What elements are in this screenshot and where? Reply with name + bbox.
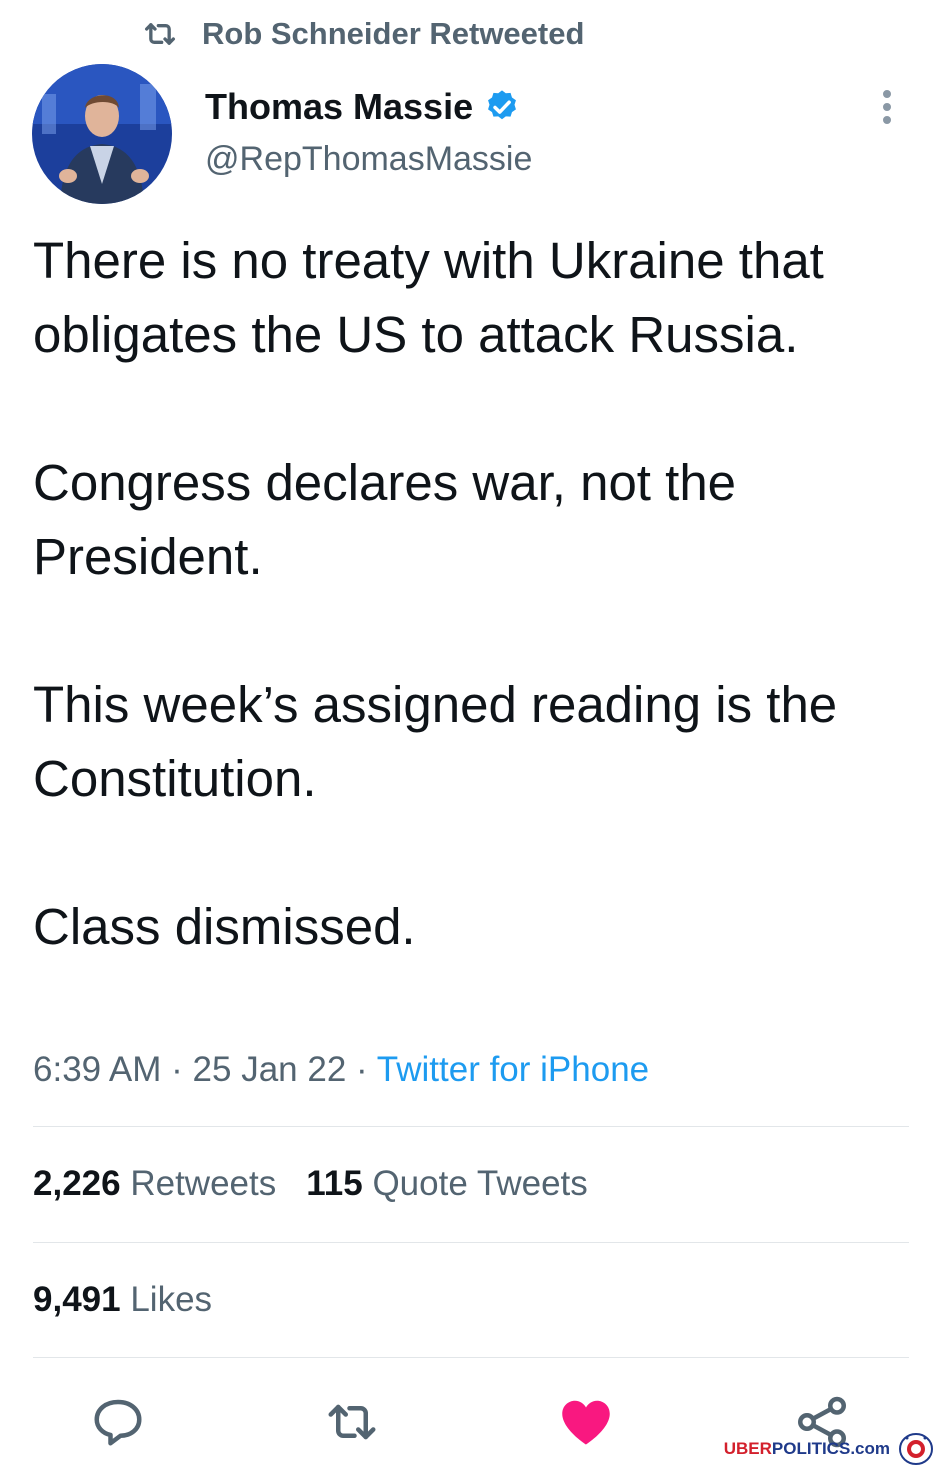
retweet-icon bbox=[145, 23, 175, 45]
tweet-paragraph: Class dismissed. bbox=[33, 898, 416, 955]
avatar-photo bbox=[32, 64, 172, 204]
tweet-paragraph: This week’s assigned reading is the Cons… bbox=[33, 676, 838, 807]
retweet-button[interactable] bbox=[322, 1392, 382, 1452]
tweet-text: There is no treaty with Ukraine that obl… bbox=[33, 224, 913, 964]
tweet-source-link[interactable]: Twitter for iPhone bbox=[377, 1050, 649, 1089]
retweet-banner[interactable]: Rob Schneider Retweeted bbox=[140, 12, 584, 56]
retweet-banner-text: Rob Schneider Retweeted bbox=[202, 16, 585, 51]
watermark-text-uber: UBER bbox=[723, 1439, 772, 1458]
watermark-logo-icon bbox=[899, 1433, 933, 1465]
engagement-stats: 2,226 Retweets 115 Quote Tweets bbox=[33, 1164, 588, 1204]
divider bbox=[33, 1126, 909, 1127]
display-name[interactable]: Thomas Massie bbox=[205, 86, 473, 128]
avatar[interactable] bbox=[32, 64, 172, 204]
meta-separator: · bbox=[171, 1050, 183, 1089]
retweet-icon bbox=[328, 1404, 376, 1440]
author-handle[interactable]: @RepThomasMassie bbox=[205, 140, 532, 179]
tweet-time[interactable]: 6:39 AM bbox=[33, 1050, 161, 1089]
likes-label: Likes bbox=[130, 1280, 213, 1319]
watermark-text-domain: .com bbox=[850, 1439, 890, 1458]
verified-badge-icon bbox=[488, 90, 517, 120]
divider bbox=[33, 1242, 909, 1243]
retweets-count: 2,226 bbox=[33, 1164, 121, 1203]
retweets-stat[interactable]: 2,226 Retweets bbox=[33, 1164, 276, 1203]
tweet-paragraph: There is no treaty with Ukraine that obl… bbox=[33, 232, 824, 363]
quote-tweets-stat[interactable]: 115 Quote Tweets bbox=[306, 1164, 588, 1203]
meta-separator: · bbox=[356, 1050, 368, 1089]
author-name-row[interactable]: Thomas Massie bbox=[205, 82, 521, 132]
likes-count: 9,491 bbox=[33, 1280, 121, 1319]
reply-button[interactable] bbox=[88, 1392, 148, 1452]
more-options-icon[interactable] bbox=[872, 86, 902, 128]
retweets-label: Retweets bbox=[130, 1164, 277, 1203]
tweet-paragraph: Congress declares war, not the President… bbox=[33, 454, 737, 585]
reply-icon bbox=[94, 1399, 142, 1446]
tweet-meta: 6:39 AM · 25 Jan 22 · Twitter for iPhone bbox=[33, 1050, 649, 1090]
likes-stat[interactable]: 9,491 Likes bbox=[33, 1280, 212, 1320]
quote-tweets-count: 115 bbox=[306, 1164, 363, 1203]
like-button[interactable] bbox=[556, 1392, 616, 1452]
quote-tweets-label: Quote Tweets bbox=[372, 1164, 588, 1203]
watermark: UBER POLITICS .com bbox=[724, 1432, 934, 1466]
watermark-text-politics: POLITICS bbox=[771, 1439, 851, 1458]
tweet-date[interactable]: 25 Jan 22 bbox=[193, 1050, 347, 1089]
divider bbox=[33, 1357, 909, 1358]
heart-icon bbox=[562, 1400, 610, 1445]
